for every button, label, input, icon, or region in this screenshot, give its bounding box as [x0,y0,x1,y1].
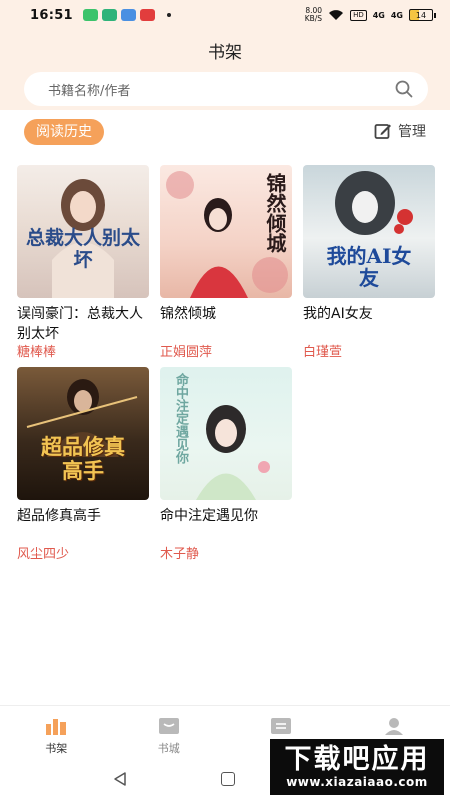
nav-item-bookstore[interactable]: 书城 [113,706,226,763]
book-title: 超品修真高手 [17,508,101,524]
search-input[interactable]: 书籍名称/作者 [48,80,394,99]
home-icon[interactable] [221,772,235,786]
book-card[interactable]: 超品修真高手 超品修真高手 风尘四少 [17,367,149,562]
manage-button[interactable]: 管理 [374,119,426,143]
book-title: 我的AI女友 [303,306,373,322]
watermark-logo: 下载吧应用 www.xiazaiaao.com [268,737,446,797]
header: 书架 书籍名称/作者 [0,30,450,110]
manage-label: 管理 [398,124,426,140]
phone-notification-icon [82,9,98,21]
signal-1: 4G [372,10,385,20]
watermark-line2: www.xiazaiaao.com [286,775,428,789]
nav-item-bookshelf[interactable]: 书架 [0,706,113,763]
book-author: 风尘四少 [17,547,70,562]
more-notifications-dot-icon [166,13,171,17]
book-cover[interactable]: 超品修真高手 [17,367,149,500]
search-icon[interactable] [394,79,414,99]
battery-level: 14 [409,9,433,21]
book-cover[interactable]: 我的AI女友 [303,165,435,298]
message-notification-icon [101,9,117,21]
news-notification-icon [139,9,155,21]
book-cover[interactable]: 总裁大人别太坏 [17,165,149,298]
cover-title: 命中注定遇见你 [173,373,188,464]
watermark-line1: 下载吧应用 [284,744,430,775]
book-grid: 总裁大人别太坏 误闯豪门：总裁大人别太坏 糖棒棒 锦然倾城 锦然倾城 正娟圆萍 [17,165,437,562]
back-icon[interactable] [112,771,128,787]
book-author: 白瑾萱 [303,345,343,360]
net-speed: 8.00 KB/S [305,7,322,23]
book-card[interactable]: 锦然倾城 锦然倾城 正娟圆萍 [160,165,292,360]
book-title: 命中注定遇见你 [160,508,258,524]
hd-badge: HD [350,9,367,21]
reading-history-tab[interactable]: 阅读历史 [24,119,104,145]
search-bar[interactable]: 书籍名称/作者 [24,72,428,106]
wifi-icon [329,10,344,20]
battery-icon: 14 [409,9,436,21]
cover-title: 锦然倾城 [263,173,287,253]
nav-label-bookshelf: 书架 [45,742,68,755]
status-time: 16:51 [30,7,73,23]
cover-title: 总裁大人别太坏 [25,227,140,271]
book-card[interactable]: 我的AI女友 我的AI女友 白瑾萱 [303,165,435,360]
edit-icon [374,124,391,139]
list-icon [271,718,292,734]
notification-icons [82,9,155,21]
book-card[interactable]: 总裁大人别太坏 误闯豪门：总裁大人别太坏 糖棒棒 [17,165,149,360]
section-header: 阅读历史 管理 [0,115,450,147]
app-notification-icon [120,9,136,21]
signal-2: 4G [390,10,403,20]
book-title: 锦然倾城 [160,306,216,322]
bookstore-icon [158,718,179,734]
book-cover[interactable]: 命中注定遇见你 [160,367,292,500]
bookshelf-icon [46,719,67,735]
cover-title: 超品修真高手 [41,434,125,483]
book-card[interactable]: 命中注定遇见你 命中注定遇见你 木子静 [160,367,292,562]
status-bar: 16:51 8.00 KB/S HD 4G 4G 14 [0,0,450,30]
net-speed-unit: KB/S [304,14,323,23]
nav-label-bookstore: 书城 [157,742,180,755]
cover-title: 我的AI女友 [326,244,412,290]
page-title: 书架 [208,43,242,63]
book-author: 木子静 [160,547,200,562]
profile-icon [384,718,403,735]
book-cover[interactable]: 锦然倾城 [160,165,292,298]
status-right: 8.00 KB/S HD 4G 4G 14 [305,7,436,23]
book-title: 误闯豪门：总裁大人别太坏 [17,306,143,342]
battery-tip [434,12,436,18]
book-author: 正娟圆萍 [160,345,213,360]
book-author: 糖棒棒 [17,345,57,360]
